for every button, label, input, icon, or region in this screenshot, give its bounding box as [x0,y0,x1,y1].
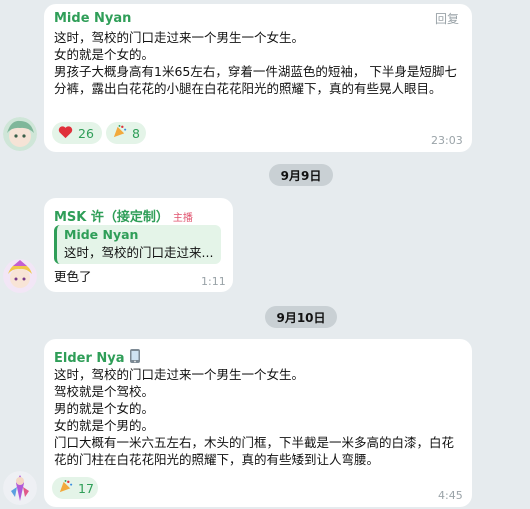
avatar[interactable] [3,471,37,505]
reaction-chip[interactable]: 17 [52,477,98,499]
message-text: 这时，驾校的门口走过来一个男生一个女生。 女的就是个女的。 男孩子大概身高有1米… [54,30,457,96]
message-bubble[interactable]: MSK 许（接定制） 主播 Mide Nyan 这时，驾校的门口走过来... 更色… [44,198,233,292]
message-time: 4:45 [438,489,463,502]
message-text: 这时，驾校的门口走过来一个男生一个女生。 驾校就是个驾校。 男的就是个女的。 女… [54,367,455,467]
date-divider: 9月10日 [265,306,337,328]
avatar[interactable] [3,259,37,293]
sender-name-text: MSK 许（接定制） [54,210,169,225]
reaction-count: 8 [132,125,140,141]
phone-icon [129,348,141,368]
party-icon [112,124,127,142]
message-time: 1:11 [201,275,226,288]
avatar[interactable] [3,117,37,151]
sender-name[interactable]: Elder Nya [54,348,141,368]
sender-name[interactable]: MSK 许（接定制） 主播 [54,206,193,225]
reaction-count: 17 [78,480,94,496]
reply-link[interactable]: 回复 [435,10,459,27]
message-time: 23:03 [431,134,463,147]
message-bubble[interactable]: Mide Nyan 回复 这时，驾校的门口走过来一个男生一个女生。 女的就是个女… [44,4,472,152]
sender-name-text: Elder Nya [54,350,125,366]
party-icon [58,479,73,497]
host-badge: 主播 [172,213,193,224]
reaction-count: 26 [78,125,94,141]
reaction-chip[interactable]: 8 [106,122,146,144]
quote-sender: Mide Nyan [64,227,139,242]
message-text: 更色了 [54,269,92,284]
sender-name[interactable]: Mide Nyan [54,11,131,26]
quote-text: 这时，驾校的门口走过来... [64,245,214,260]
reaction-chip[interactable]: 26 [52,122,102,144]
heart-icon [58,125,73,142]
quoted-message[interactable]: Mide Nyan 这时，驾校的门口走过来... [54,225,221,264]
message-bubble[interactable]: Elder Nya 这时，驾校的门口走过来一个男生一个女生。 驾校就是个驾校。 … [44,339,472,507]
date-divider: 9月9日 [269,164,333,186]
